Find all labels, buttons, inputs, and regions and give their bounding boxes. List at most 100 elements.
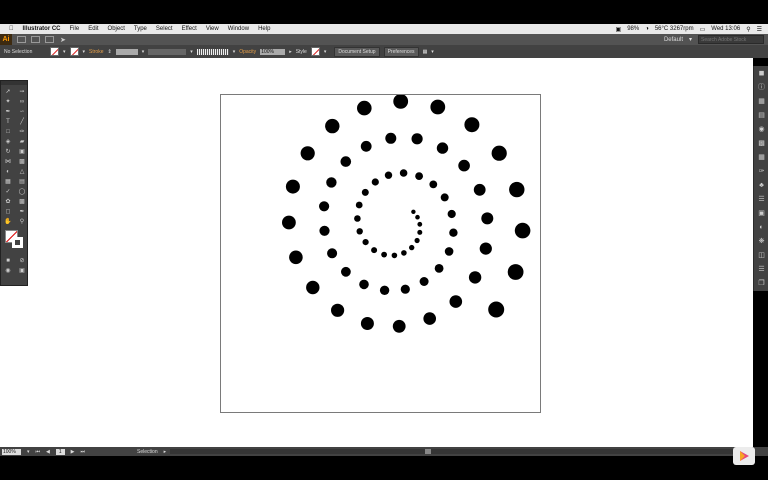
column-graph-tool-icon[interactable]: ▩ — [16, 197, 28, 206]
spiral-dot[interactable] — [436, 142, 449, 154]
spiral-dot[interactable] — [282, 215, 296, 230]
spiral-dot[interactable] — [400, 284, 410, 294]
search-icon[interactable]: ⚲ — [746, 26, 750, 33]
spiral-dot[interactable] — [341, 266, 351, 277]
horizontal-scrollbar[interactable] — [170, 449, 750, 454]
menu-view[interactable]: View — [206, 26, 219, 32]
zoom-level-field[interactable]: 100% — [2, 448, 21, 455]
spiral-dot[interactable] — [393, 95, 409, 109]
gradient-tool-icon[interactable]: ▤ — [16, 177, 28, 186]
spiral-dot[interactable] — [391, 252, 398, 259]
spiral-dot[interactable] — [415, 214, 420, 220]
spiral-dot[interactable] — [488, 301, 505, 318]
spiral-dot[interactable] — [434, 264, 444, 273]
notification-icon[interactable]: ☰ — [757, 26, 762, 33]
spiral-dot[interactable] — [356, 228, 363, 235]
spiral-dot[interactable] — [444, 247, 454, 256]
arrange-documents-icon[interactable] — [45, 36, 54, 43]
last-artboard-icon[interactable]: ⏭ — [81, 449, 86, 455]
spiral-dot[interactable] — [419, 277, 429, 286]
spiral-dot[interactable] — [306, 280, 320, 295]
line-tool-icon[interactable]: ╱ — [16, 117, 28, 126]
stock-search-input[interactable] — [698, 35, 764, 44]
spiral-dot[interactable] — [289, 250, 303, 265]
hand-tool-icon[interactable]: ✋ — [2, 217, 14, 226]
scrollbar-thumb[interactable] — [425, 449, 431, 454]
battery-readout[interactable]: 98% — [627, 26, 639, 32]
chevron-right-icon[interactable]: ▸ — [164, 449, 167, 455]
graphic-styles-panel-icon[interactable]: ▩ — [754, 136, 768, 150]
draw-mode-icon[interactable]: ◉ — [2, 266, 14, 275]
spiral-dot[interactable] — [300, 146, 315, 161]
clock[interactable]: Wed 13:06 — [711, 26, 740, 32]
spiral-dot[interactable] — [327, 248, 338, 259]
width-tool-icon[interactable]: ⋈ — [2, 157, 14, 166]
scale-tool-icon[interactable]: ▣ — [16, 147, 28, 156]
spiral-dot[interactable] — [354, 215, 361, 222]
menu-select[interactable]: Select — [156, 26, 173, 32]
stroke-panel-icon[interactable]: ☰ — [754, 192, 768, 206]
info-panel-icon[interactable]: ⓘ — [754, 80, 768, 94]
dotted-spiral-artwork[interactable] — [221, 95, 542, 414]
chevron-down-icon[interactable]: ▾ — [83, 49, 86, 55]
image-trace-panel-icon[interactable]: ◫ — [754, 248, 768, 262]
spiral-dot[interactable] — [319, 201, 330, 212]
zoom-tool-icon[interactable]: ⚲ — [16, 217, 28, 226]
spiral-dot[interactable] — [359, 279, 369, 290]
color-mode-icon[interactable]: ■ — [2, 256, 14, 265]
spiral-dot[interactable] — [325, 118, 340, 134]
graphic-style-swatch[interactable] — [310, 47, 320, 56]
spiral-dot[interactable] — [371, 247, 378, 254]
fill-stroke-widget[interactable] — [3, 230, 25, 252]
menu-app-name[interactable]: Illustrator CC — [23, 26, 61, 32]
spiral-dot[interactable] — [361, 188, 369, 196]
menu-effect[interactable]: Effect — [182, 26, 197, 32]
blend-tool-icon[interactable]: ◯ — [16, 187, 28, 196]
type-tool-icon[interactable]: T — [2, 117, 14, 126]
direct-selection-tool-icon[interactable]: ➙ — [16, 87, 28, 96]
menu-edit[interactable]: Edit — [88, 26, 98, 32]
artboard-number-field[interactable]: 1 — [55, 448, 65, 455]
menu-window[interactable]: Window — [228, 26, 249, 32]
spiral-dot[interactable] — [415, 172, 423, 180]
paintbrush-tool-icon[interactable]: ✑ — [16, 127, 28, 136]
brush-definition[interactable] — [196, 48, 229, 55]
eyedropper-tool-icon[interactable]: ✓ — [2, 187, 14, 196]
symbol-sprayer-tool-icon[interactable]: ✿ — [2, 197, 14, 206]
stroke-weight-field[interactable] — [115, 48, 138, 55]
transparency-panel-icon[interactable]: ◐ — [754, 220, 768, 234]
fill-swatch[interactable] — [50, 47, 59, 56]
spiral-dot[interactable] — [381, 251, 387, 258]
spiral-dot[interactable] — [449, 228, 458, 237]
chevron-down-icon[interactable]: ▾ — [689, 36, 692, 43]
first-artboard-icon[interactable]: ⏮ — [36, 449, 41, 455]
artboard-tool-icon[interactable]: ◻ — [2, 207, 14, 216]
gpu-performance-icon[interactable]: ➤ — [60, 36, 66, 44]
stroke-label[interactable]: Stroke — [89, 49, 103, 55]
chevron-down-icon[interactable]: ▾ — [324, 49, 327, 55]
free-transform-tool-icon[interactable]: ▩ — [16, 157, 28, 166]
shaper-tool-icon[interactable]: ◈ — [2, 137, 14, 146]
pen-tool-icon[interactable]: ✒ — [2, 107, 14, 116]
spiral-dot[interactable] — [285, 179, 300, 194]
arrange-icon[interactable]: ▦ — [423, 49, 428, 55]
spiral-dot[interactable] — [355, 201, 363, 209]
spiral-dot[interactable] — [414, 237, 420, 244]
transform-panel-icon[interactable]: ▦ — [754, 94, 768, 108]
spiral-dot[interactable] — [491, 145, 507, 161]
spiral-dot[interactable] — [379, 285, 390, 295]
artboard[interactable] — [220, 94, 541, 413]
chevron-down-icon[interactable]: ▾ — [142, 49, 145, 55]
spiral-dot[interactable] — [360, 140, 372, 152]
color-panel-icon[interactable]: ◼ — [754, 66, 768, 80]
screen-record-icon[interactable]: ▣ — [616, 26, 622, 33]
magic-wand-tool-icon[interactable]: ✦ — [2, 97, 14, 106]
spiral-dot[interactable] — [411, 209, 416, 214]
bridge-icon[interactable] — [17, 36, 26, 43]
spiral-dot[interactable] — [331, 303, 345, 317]
status-mode[interactable]: Selection — [137, 449, 158, 455]
slice-tool-icon[interactable]: ✒ — [16, 207, 28, 216]
spiral-dot[interactable] — [340, 156, 352, 167]
spiral-dot[interactable] — [326, 177, 337, 188]
align-panel-icon[interactable]: ▤ — [754, 108, 768, 122]
